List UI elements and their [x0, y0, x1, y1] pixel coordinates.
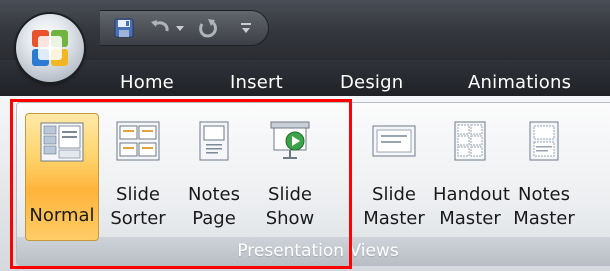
redo-icon[interactable] — [196, 16, 220, 40]
group-label: Presentation Views — [17, 237, 610, 265]
slide-show-button[interactable]: Slide Show — [253, 113, 327, 241]
slide-sorter-label: Slide Sorter — [110, 184, 166, 229]
ribbon-tabs: Home Insert Design Animations — [0, 60, 610, 96]
presentation-views-group: Presentation Views Normal Slide Sorter N… — [16, 102, 610, 266]
quick-access-toolbar — [100, 10, 269, 46]
save-icon[interactable] — [112, 16, 136, 40]
office-button[interactable] — [16, 14, 84, 82]
tab-animations[interactable]: Animations — [468, 72, 571, 93]
office-logo-icon — [32, 30, 68, 66]
tab-design[interactable]: Design — [340, 72, 403, 93]
notes-page-button[interactable]: Notes Page — [177, 113, 251, 241]
slide-sorter-button[interactable]: Slide Sorter — [101, 113, 175, 241]
ribbon: Presentation Views Normal Slide Sorter N… — [0, 96, 610, 271]
normal-view-button[interactable]: Normal — [25, 113, 99, 241]
slide-master-icon — [372, 125, 416, 157]
undo-icon[interactable] — [148, 16, 172, 40]
notes-master-icon — [529, 121, 559, 161]
customize-qat-icon[interactable] — [238, 16, 254, 40]
notes-master-button[interactable]: Notes Master — [507, 113, 581, 241]
slide-master-label: Slide Master — [363, 184, 425, 229]
normal-view-icon — [40, 122, 84, 162]
notes-master-label: Notes Master — [513, 184, 575, 229]
handout-master-label: Handout Master — [433, 184, 510, 229]
notes-page-label: Notes Page — [188, 184, 240, 229]
slide-show-label: Slide Show — [265, 184, 315, 229]
normal-view-label: Normal — [29, 205, 95, 226]
undo-dropdown-icon[interactable] — [174, 16, 186, 40]
title-bar — [0, 0, 610, 60]
tab-insert[interactable]: Insert — [230, 72, 283, 93]
tab-home[interactable]: Home — [120, 72, 174, 93]
slide-master-button[interactable]: Slide Master — [357, 113, 431, 241]
slide-sorter-icon — [116, 121, 160, 161]
notes-page-icon — [199, 121, 229, 161]
slide-show-icon — [270, 121, 310, 159]
handout-master-icon — [454, 121, 486, 161]
handout-master-button[interactable]: Handout Master — [433, 113, 510, 241]
